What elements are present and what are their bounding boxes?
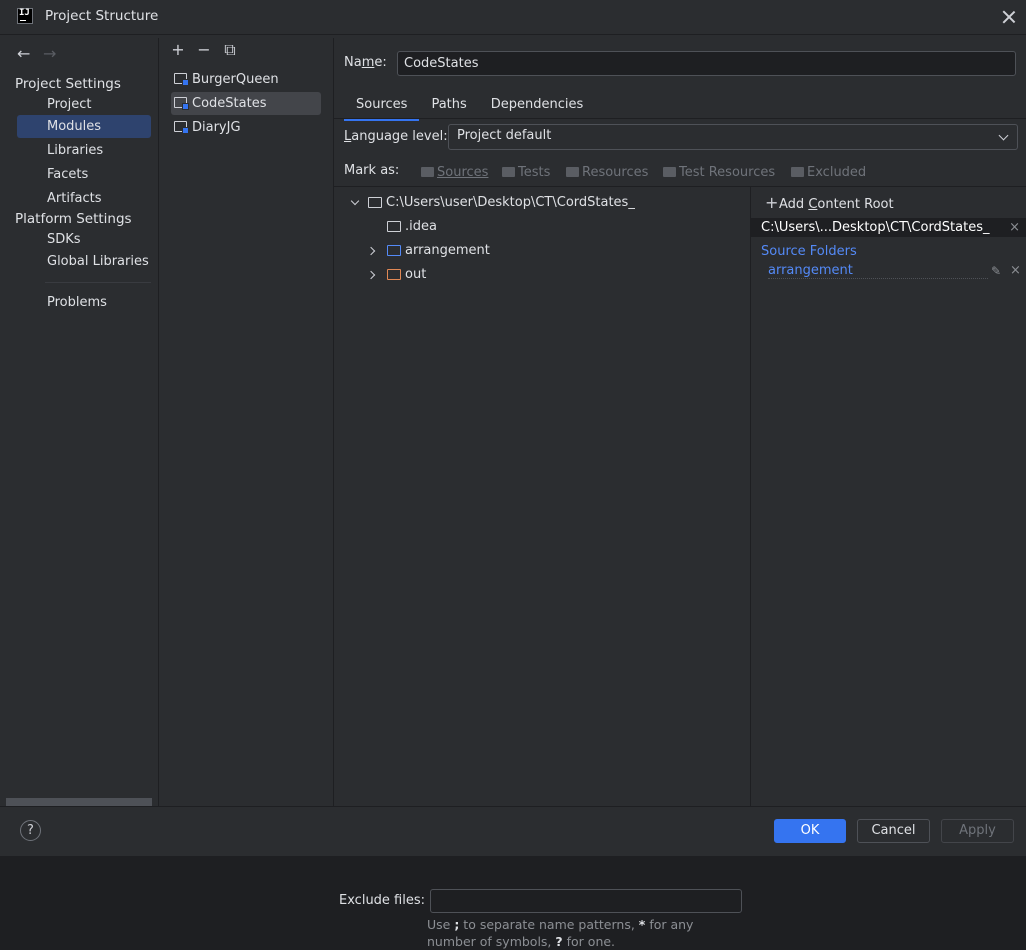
dialog-footer: ? OK Cancel Apply	[0, 806, 1026, 856]
ok-button[interactable]: OK	[774, 819, 846, 843]
source-folders-header: Source Folders	[761, 244, 857, 259]
tree-item-label: arrangement	[405, 243, 490, 258]
arrow-left-icon[interactable]: ←	[17, 44, 43, 63]
excluded-folder-icon	[387, 269, 401, 280]
folder-icon	[502, 167, 515, 177]
folder-icon	[421, 167, 434, 177]
nav-item-global-libraries[interactable]: Global Libraries	[17, 250, 151, 273]
horizontal-scrollbar[interactable]	[6, 798, 152, 806]
module-name-input[interactable]	[397, 51, 1016, 76]
tree-item-label: .idea	[405, 219, 437, 234]
name-label: Name:	[344, 55, 387, 70]
module-label: DiaryJG	[192, 120, 241, 135]
mark-resources-button[interactable]: Resources	[566, 165, 648, 180]
remove-source-icon[interactable]: ×	[1010, 263, 1021, 278]
close-icon[interactable]	[1000, 8, 1018, 26]
exclude-files-hint: Use ; to separate name patterns, * for a…	[427, 917, 694, 949]
remove-root-icon[interactable]: ×	[1009, 218, 1020, 237]
chevron-right-icon[interactable]	[366, 246, 376, 256]
content-root-panel: +Add Content Root C:\Users\...Desktop\CT…	[751, 187, 1026, 806]
mark-test-resources-button[interactable]: Test Resources	[663, 165, 775, 180]
tree-item-arrangement[interactable]: arrangement	[349, 240, 729, 262]
folder-icon	[368, 197, 382, 208]
modules-toolbar: + − ⧉	[165, 40, 243, 62]
tree-item-idea[interactable]: .idea	[349, 216, 729, 238]
folder-icon	[387, 221, 401, 232]
chevron-down-icon	[998, 130, 1009, 141]
exclude-files-input[interactable]	[430, 889, 742, 913]
tree-root-label: C:\Users\user\Desktop\CT\CordStates_	[386, 195, 635, 210]
arrow-right-icon[interactable]: →	[43, 44, 69, 63]
tab-dependencies[interactable]: Dependencies	[479, 95, 596, 118]
add-content-root-button[interactable]: +Add Content Root	[765, 193, 894, 212]
source-folder-item[interactable]: arrangement	[768, 263, 988, 279]
module-item-burgerqueen[interactable]: BurgerQueen	[171, 68, 321, 91]
nav-item-sdks[interactable]: SDKs	[17, 228, 151, 251]
mark-as-label: Mark as:	[344, 163, 400, 178]
edit-pencil-icon[interactable]: ✎	[991, 264, 1001, 278]
intellij-logo-icon	[17, 8, 33, 24]
apply-button[interactable]: Apply	[941, 819, 1014, 843]
language-level-select[interactable]: Project default	[448, 124, 1018, 150]
module-item-codestates[interactable]: CodeStates	[171, 92, 321, 115]
nav-item-libraries[interactable]: Libraries	[17, 139, 151, 162]
module-icon	[174, 73, 189, 86]
folder-icon	[566, 167, 579, 177]
mark-excluded-button[interactable]: Excluded	[791, 165, 866, 180]
module-label: BurgerQueen	[192, 72, 279, 87]
module-label: CodeStates	[192, 96, 267, 111]
minus-icon[interactable]: −	[191, 40, 217, 59]
plus-icon: +	[765, 193, 779, 212]
platform-settings-header: Platform Settings	[15, 211, 132, 227]
exclude-files-label: Exclude files:	[339, 893, 426, 908]
language-level-label: Language level:	[344, 129, 448, 144]
nav-divider	[45, 282, 151, 283]
tree-root-row[interactable]: C:\Users\user\Desktop\CT\CordStates_	[349, 192, 729, 214]
language-level-value: Project default	[457, 128, 552, 143]
mark-tests-button[interactable]: Tests	[502, 165, 550, 180]
nav-item-artifacts[interactable]: Artifacts	[17, 187, 151, 210]
title-bar: Project Structure	[0, 0, 1026, 35]
cancel-button[interactable]: Cancel	[857, 819, 930, 843]
tab-divider	[334, 118, 1026, 119]
tab-paths[interactable]: Paths	[419, 95, 478, 118]
help-button[interactable]: ?	[20, 820, 41, 841]
module-icon	[174, 121, 189, 134]
nav-item-problems[interactable]: Problems	[17, 291, 151, 314]
nav-item-project[interactable]: Project	[17, 93, 151, 116]
content-root-header: C:\Users\...Desktop\CT\CordStates_ ×	[751, 218, 1026, 237]
tree-item-out[interactable]: out	[349, 264, 729, 286]
tree-item-label: out	[405, 267, 427, 282]
folder-icon	[791, 167, 804, 177]
content-tree: C:\Users\user\Desktop\CT\CordStates_ .id…	[334, 187, 751, 949]
window-title: Project Structure	[45, 8, 159, 24]
settings-nav: ← → Project Settings Project Modules Libr…	[5, 38, 159, 806]
module-item-diaryjg[interactable]: DiaryJG	[171, 116, 321, 139]
module-tabs: Sources Paths Dependencies	[344, 95, 596, 121]
modules-panel: + − ⧉ BurgerQueen CodeStates DiaryJG	[159, 38, 334, 806]
nav-arrows: ← →	[17, 44, 69, 63]
folder-icon	[663, 167, 676, 177]
chevron-down-icon[interactable]	[350, 196, 360, 206]
nav-item-modules[interactable]: Modules	[17, 115, 151, 138]
copy-icon[interactable]: ⧉	[217, 40, 243, 60]
project-structure-dialog: Project Structure ←→ Project Settings Pr…	[0, 0, 1026, 949]
source-folder-icon	[387, 245, 401, 256]
nav-item-facets[interactable]: Facets	[17, 163, 151, 186]
plus-icon[interactable]: +	[165, 40, 191, 59]
module-icon	[174, 97, 189, 110]
project-settings-header: Project Settings	[15, 76, 121, 92]
content-root-path: C:\Users\...Desktop\CT\CordStates_	[761, 220, 990, 235]
module-settings-panel: Name: SourcesPathsDependencies Language …	[334, 38, 1026, 949]
chevron-right-icon[interactable]	[366, 270, 376, 280]
mark-sources-button[interactable]: Sources	[421, 165, 488, 180]
